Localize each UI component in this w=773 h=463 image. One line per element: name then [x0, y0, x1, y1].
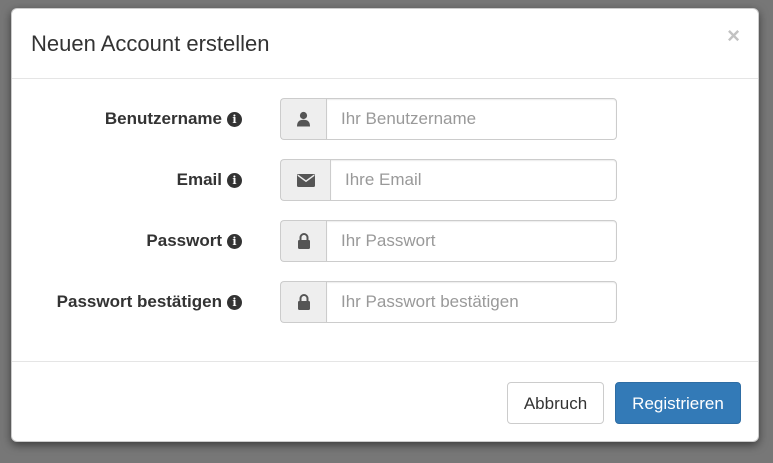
email-input-group — [280, 159, 617, 201]
password-confirm-input[interactable] — [326, 281, 617, 323]
email-label: Email i — [177, 159, 242, 201]
password-input[interactable] — [326, 220, 617, 262]
password-label: Passwort i — [146, 220, 242, 262]
register-dialog: Neuen Account erstellen × Benutzername i — [11, 8, 759, 442]
lock-icon — [280, 220, 326, 262]
username-label-text: Benutzername — [104, 109, 222, 128]
envelope-icon — [280, 159, 330, 201]
password-input-group — [280, 220, 617, 262]
dialog-header: Neuen Account erstellen × — [12, 9, 758, 79]
form-row-username: Benutzername i — [12, 98, 758, 140]
form-row-email: Email i — [12, 159, 758, 201]
password-label-text: Passwort — [146, 231, 222, 250]
username-input-group — [280, 98, 617, 140]
user-icon — [280, 98, 326, 140]
register-button[interactable]: Registrieren — [615, 382, 741, 424]
info-icon[interactable]: i — [227, 172, 242, 188]
username-label: Benutzername i — [105, 98, 242, 140]
password-confirm-input-group — [280, 281, 617, 323]
lock-icon — [280, 281, 326, 323]
form-row-password-confirm: Passwort bestätigen i — [12, 281, 758, 323]
password-confirm-label-text: Passwort bestätigen — [56, 292, 222, 311]
dialog-title: Neuen Account erstellen — [31, 31, 270, 56]
dialog-footer: Abbruch Registrieren — [12, 361, 758, 443]
close-button[interactable]: × — [727, 25, 740, 47]
username-input[interactable] — [326, 98, 617, 140]
dialog-body: Benutzername i Email i — [12, 79, 758, 362]
email-input[interactable] — [330, 159, 617, 201]
info-icon[interactable]: i — [227, 294, 242, 310]
info-icon[interactable]: i — [227, 233, 242, 249]
cancel-button[interactable]: Abbruch — [507, 382, 604, 424]
form-row-password: Passwort i — [12, 220, 758, 262]
info-icon[interactable]: i — [227, 111, 242, 127]
password-confirm-label: Passwort bestätigen i — [57, 281, 242, 323]
email-label-text: Email — [176, 170, 222, 189]
